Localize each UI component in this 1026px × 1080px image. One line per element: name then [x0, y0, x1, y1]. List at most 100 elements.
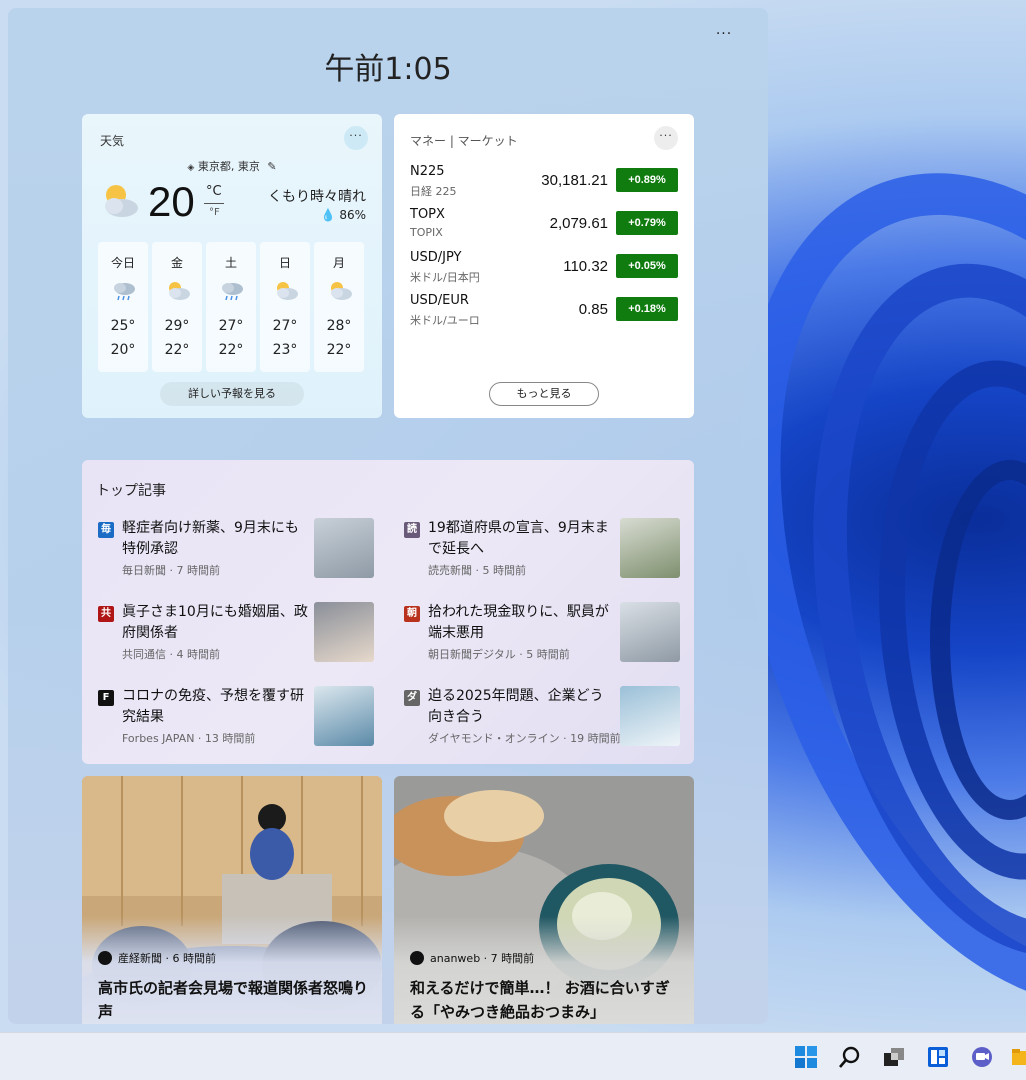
see-more-button[interactable]: もっと見る [489, 382, 599, 406]
forecast-low: 23° [272, 342, 298, 358]
weather-condition: くもり時々晴れ [268, 189, 366, 205]
forecast-day-label: 今日 [110, 256, 135, 270]
story-headline: 拾われた現金取りに、駅員が端末悪用 [428, 604, 609, 641]
feature-source: 産経新聞 · 6 時間前 [98, 950, 216, 966]
partly-sunny-icon [331, 282, 352, 300]
forecast-day[interactable]: 今日 25° 20° [98, 242, 148, 372]
feature-news-card[interactable]: ananweb · 7 時間前 和えるだけで簡単…！ お酒に合いすぎる「やみつき… [394, 776, 694, 1024]
detailed-forecast-button[interactable]: 詳しい予報を見る [160, 382, 304, 406]
market-widget[interactable]: マネー | マーケット ··· N225 日経 225 30,181.21 +0.89… [394, 114, 694, 418]
top-stories-widget: トップ記事 毎軽症者向け新薬、9月末にも特例承認 毎日新聞 · 7 時間前 読 19都… [82, 460, 694, 764]
ananweb-logo-icon [410, 951, 424, 965]
rain-cloud-icon [222, 283, 243, 301]
market-row[interactable]: TOPX TOPIX 2,079.61 +0.79% [410, 207, 678, 243]
feature-headline: 高市氏の記者会見場で報道関係者怒鳴り声 [98, 979, 369, 1021]
market-value: 110.32 [563, 258, 608, 275]
sankei-logo-icon [98, 951, 112, 965]
market-change-badge: +0.05% [616, 254, 678, 278]
publisher-logo-icon: F [98, 690, 114, 706]
market-change-badge: +0.18% [616, 297, 678, 321]
forecast-high: 28° [326, 318, 352, 334]
market-more-button[interactable]: ··· [654, 126, 678, 150]
panel-more-button[interactable]: ··· [710, 27, 738, 44]
chat-icon[interactable] [970, 1045, 994, 1069]
forecast-high: 27° [272, 318, 298, 334]
forecast-high: 27° [218, 318, 244, 334]
story-source: 朝日新聞デジタル · 5 時間前 [428, 648, 570, 661]
forecast-day[interactable]: 月 28° 22° [314, 242, 364, 372]
location-text: 東京都, 東京 [197, 160, 260, 173]
market-name: TOPIX [410, 226, 443, 239]
forecast-day[interactable]: 土 27° 22° [206, 242, 256, 372]
feature-headline: 和えるだけで簡単…！ お酒に合いすぎる「やみつき絶品おつまみ」 [410, 979, 670, 1021]
publisher-logo-icon: 読 [404, 522, 420, 538]
partly-sunny-icon [277, 282, 298, 300]
story-thumbnail [620, 686, 680, 746]
market-value: 0.85 [578, 301, 608, 318]
story-headline: 迫る2025年問題、企業どう向き合う [428, 688, 604, 725]
forecast-day[interactable]: 金 29° 22° [152, 242, 202, 372]
market-symbol: USD/JPY [410, 250, 462, 265]
forecast-high: 29° [164, 318, 190, 334]
story-source: Forbes JAPAN · 13 時間前 [122, 732, 256, 745]
story-thumbnail [314, 686, 374, 746]
unit-celsius[interactable]: °C [206, 184, 222, 199]
market-name: 日経 225 [410, 185, 457, 198]
top-stories-title: トップ記事 [96, 483, 166, 499]
market-value: 30,181.21 [541, 172, 608, 189]
current-temperature: 20 [148, 178, 195, 225]
forecast-low: 22° [326, 342, 352, 358]
widgets-icon[interactable] [926, 1045, 950, 1069]
story-headline: 19都道府県の宣言、9月末まで延長へ [428, 520, 609, 557]
story-source: 共同通信 · 4 時間前 [122, 648, 220, 661]
publisher-logo-icon: 朝 [404, 606, 420, 622]
weather-more-button[interactable]: ··· [344, 126, 368, 150]
story-item[interactable]: F コロナの免疫、予想を覆す研究結果 Forbes JAPAN · 13 時間前 [96, 686, 378, 746]
market-row[interactable]: N225 日経 225 30,181.21 +0.89% [410, 164, 678, 200]
market-change-badge: +0.89% [616, 168, 678, 192]
story-thumbnail [620, 518, 680, 578]
task-view-icon[interactable] [882, 1045, 906, 1069]
story-thumbnail [314, 602, 374, 662]
search-icon[interactable] [838, 1045, 862, 1069]
market-value: 2,079.61 [549, 215, 608, 232]
file-explorer-icon[interactable] [1012, 1045, 1026, 1069]
publisher-logo-icon: ダ [404, 690, 420, 706]
forecast-day[interactable]: 日 27° 23° [260, 242, 310, 372]
story-headline: 眞子さま10月にも婚姻届、政府関係者 [122, 604, 308, 641]
forecast-day-label: 月 [332, 256, 345, 270]
story-item[interactable]: 朝拾われた現金取りに、駅員が端末悪用朝日新聞デジタル · 5 時間前 [402, 602, 684, 662]
unit-divider [204, 203, 224, 204]
publisher-logo-icon: 共 [98, 606, 114, 622]
story-item[interactable]: ダ迫る2025年問題、企業どう向き合うダイヤモンド・オンライン · 19 時間前 [402, 686, 684, 746]
forecast-day-label: 日 [278, 256, 291, 270]
forecast-day-label: 金 [170, 256, 183, 270]
forecast-low: 20° [110, 342, 136, 358]
partly-cloudy-icon [105, 185, 138, 217]
story-headline: コロナの免疫、予想を覆す研究結果 [122, 688, 304, 725]
feature-news-card[interactable]: 産経新聞 · 6 時間前 高市氏の記者会見場で報道関係者怒鳴り声 [82, 776, 382, 1024]
weather-humidity: 💧 86% [321, 208, 366, 222]
market-row[interactable]: USD/JPY 米ドル/日本円 110.32 +0.05% [410, 250, 678, 286]
weather-widget[interactable]: 天気 ··· ◈ 東京都, 東京 ✎ 20 °C °F くもり時々晴れ 💧 86… [82, 114, 382, 418]
story-item[interactable]: 毎軽症者向け新薬、9月末にも特例承認 毎日新聞 · 7 時間前 [96, 518, 378, 578]
market-symbol: N225 [410, 164, 445, 179]
story-item[interactable]: 共眞子さま10月にも婚姻届、政府関係者共同通信 · 4 時間前 [96, 602, 378, 662]
weather-location[interactable]: ◈ 東京都, 東京 ✎ [82, 158, 382, 174]
market-title: マネー | マーケット [410, 134, 518, 148]
story-source: ダイヤモンド・オンライン · 19 時間前 [428, 732, 621, 745]
unit-fahrenheit[interactable]: °F [209, 207, 220, 218]
story-source: 毎日新聞 · 7 時間前 [122, 564, 220, 577]
market-symbol: TOPX [410, 207, 445, 222]
story-thumbnail [314, 518, 374, 578]
market-row[interactable]: USD/EUR 米ドル/ユーロ 0.85 +0.18% [410, 293, 678, 329]
story-headline: 軽症者向け新薬、9月末にも特例承認 [122, 520, 299, 557]
forecast-low: 22° [164, 342, 190, 358]
partly-sunny-icon [169, 282, 190, 300]
clock: 午前1:05 [324, 52, 452, 87]
market-symbol: USD/EUR [410, 293, 469, 308]
edit-icon[interactable]: ✎ [267, 160, 276, 173]
story-source: 読売新聞 · 5 時間前 [428, 564, 526, 577]
story-item[interactable]: 読 19都道府県の宣言、9月末まで延長へ読売新聞 · 5 時間前 [402, 518, 684, 578]
start-icon[interactable] [794, 1045, 818, 1069]
